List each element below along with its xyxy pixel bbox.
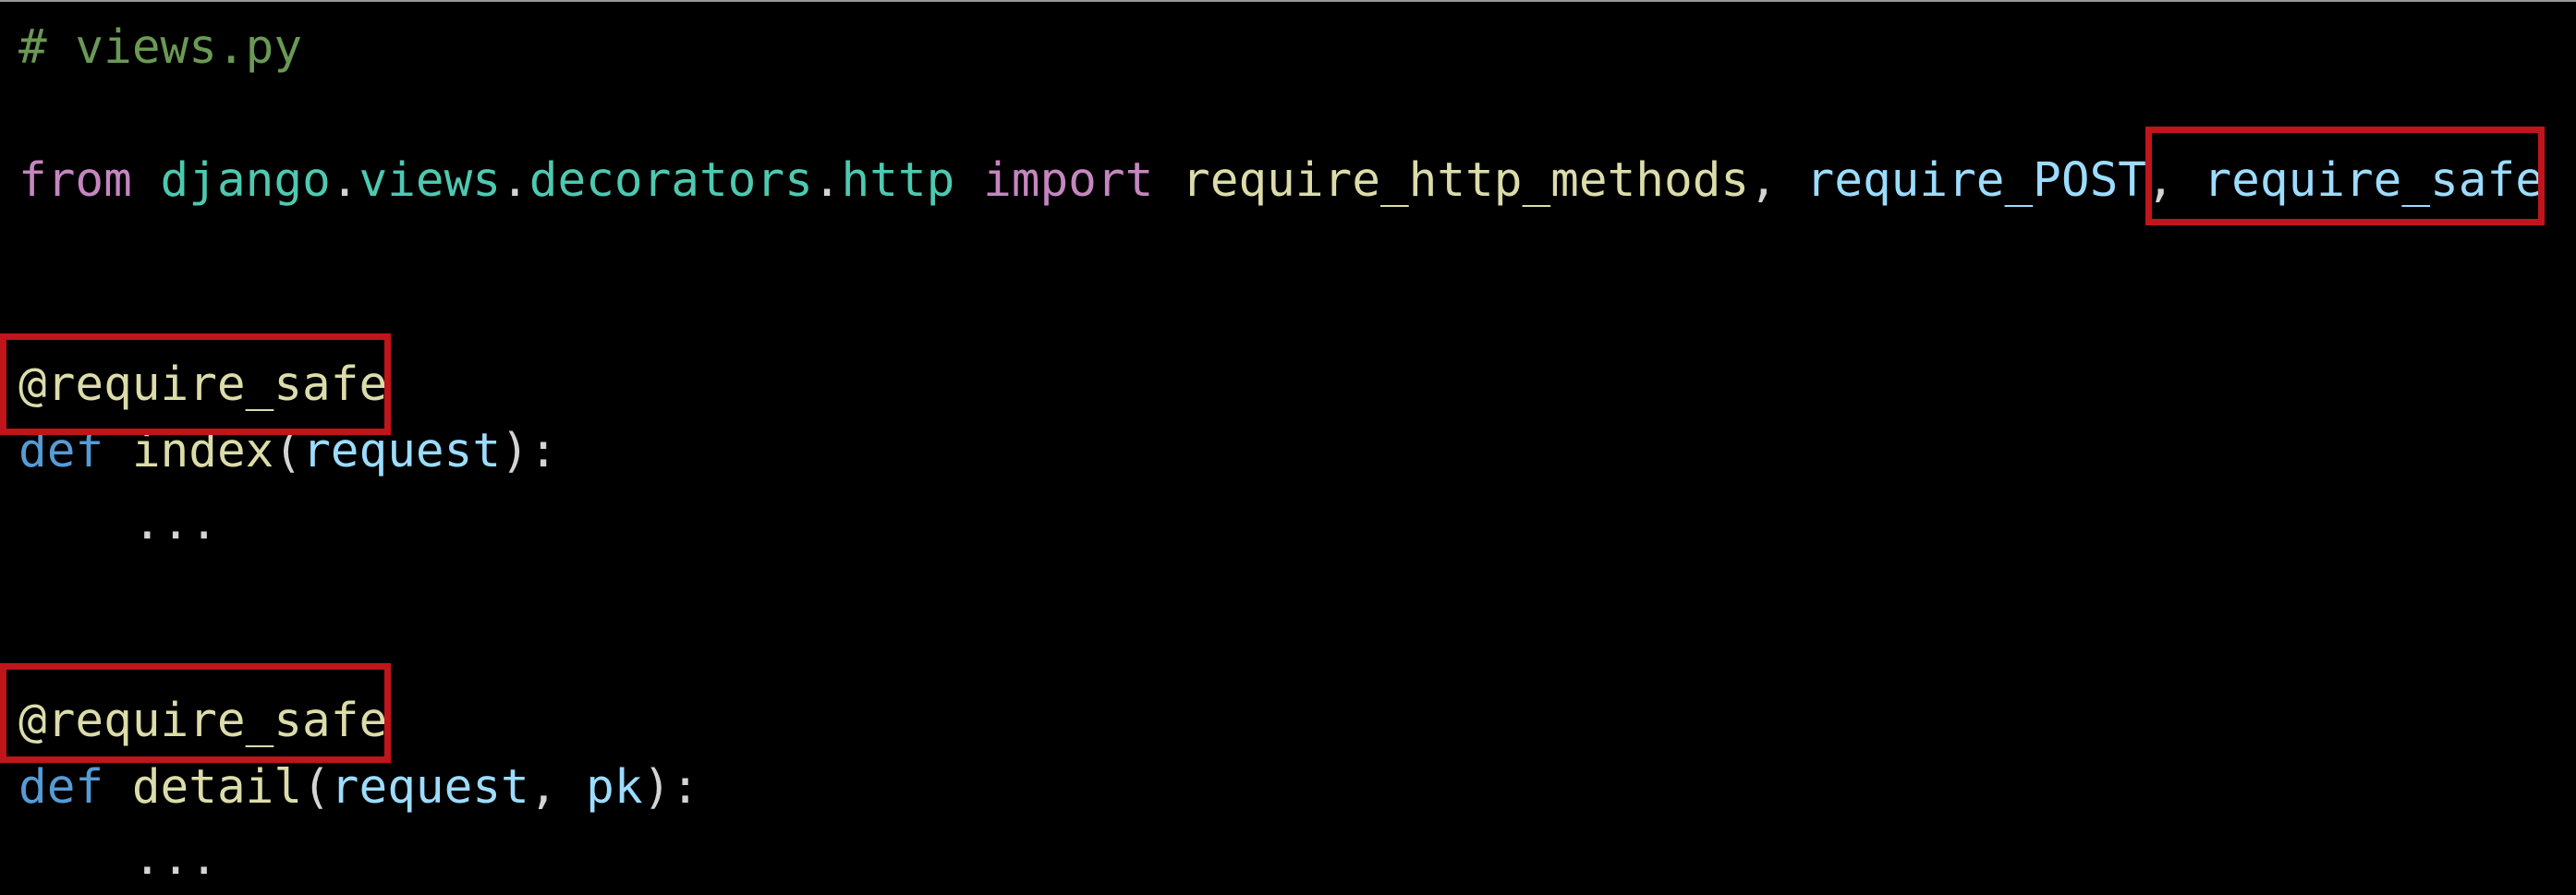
code-line-body-index: ...: [18, 494, 218, 553]
imported-name-require-safe: require_safe: [2203, 153, 2544, 208]
module-part: http: [841, 153, 955, 208]
top-border: [0, 0, 2576, 2]
open-paren: (: [273, 424, 303, 478]
import-keyword: import: [983, 153, 1154, 208]
comma: ,: [1749, 153, 1778, 208]
comma: ,: [529, 760, 558, 815]
comma: ,: [2146, 153, 2175, 208]
from-keyword: from: [18, 153, 132, 208]
code-line-body-detail: ...: [18, 829, 218, 889]
function-name-detail: detail: [131, 760, 303, 815]
close-paren-colon: ):: [501, 424, 558, 478]
decorator-require-safe: @require_safe: [18, 694, 388, 748]
comment-text: # views.py: [18, 20, 303, 75]
close-paren-colon: ):: [642, 760, 700, 815]
module-dot: .: [501, 153, 529, 208]
param-request: request: [330, 760, 529, 815]
open-paren: (: [302, 760, 331, 815]
code-line-comment: # views.py: [18, 18, 302, 78]
module-part: decorators: [529, 153, 813, 208]
module-part: views: [358, 153, 502, 208]
code-line-decorator-detail: @require_safe: [18, 692, 387, 751]
code-editor: # views.py from django.views.decorators.…: [0, 0, 2576, 895]
param-request: request: [302, 424, 502, 478]
def-keyword: def: [18, 424, 104, 478]
def-keyword: def: [18, 760, 104, 815]
code-line-decorator-index: @require_safe: [18, 356, 387, 415]
module-dot: .: [812, 153, 842, 208]
code-line-def-index: def index(request):: [18, 422, 557, 481]
module-dot: .: [330, 153, 359, 208]
imported-name-require-post: require_POST: [1805, 153, 2147, 208]
param-pk: pk: [586, 760, 643, 815]
function-name-index: index: [131, 424, 274, 478]
ellipsis: ...: [133, 496, 219, 550]
ellipsis: ...: [133, 831, 219, 886]
code-line-def-detail: def detail(request, pk):: [18, 758, 699, 817]
decorator-require-safe: @require_safe: [18, 357, 388, 412]
imported-name-require-http-methods: require_http_methods: [1182, 153, 1750, 208]
code-line-import: from django.views.decorators.http import…: [18, 151, 2544, 211]
module-part: django: [160, 153, 331, 208]
